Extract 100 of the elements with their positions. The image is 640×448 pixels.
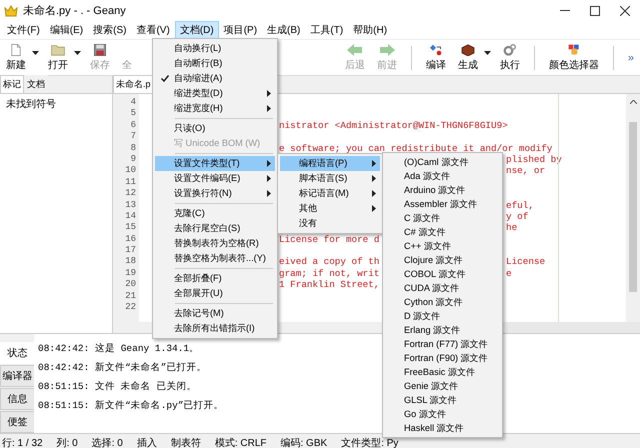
line-number: 15 <box>125 222 137 234</box>
menu-item[interactable]: Fortran (F77) 源文件 <box>385 337 500 351</box>
menu-item[interactable]: 设置文件编码(E) <box>155 171 275 186</box>
menu-item[interactable]: Genie 源文件 <box>385 379 500 393</box>
code-text: License for more d <box>279 234 380 246</box>
status-field: 文件类型: Py <box>341 436 398 448</box>
line-number: 4 <box>130 97 137 108</box>
menu-item[interactable]: C++ 源文件 <box>385 239 500 253</box>
menu-item[interactable]: COBOL 源文件 <box>385 267 500 281</box>
menu-item[interactable]: 文档(D) <box>174 21 219 39</box>
menu-item[interactable]: 去除行尾空白(S) <box>155 221 275 236</box>
menu-item[interactable]: Assembler 源文件 <box>385 197 500 211</box>
menu-item[interactable]: (O)Caml 源文件 <box>385 155 500 169</box>
menu-item[interactable]: Fortran (F90) 源文件 <box>385 351 500 365</box>
line-number: 10 <box>125 165 137 177</box>
menu-item[interactable]: C# 源文件 <box>385 225 500 239</box>
menu-item[interactable]: 标记语言(M) <box>280 186 380 201</box>
line-number: 18 <box>125 256 137 268</box>
submenu-arrow-icon <box>372 160 376 167</box>
right-arrow-icon <box>378 44 395 56</box>
code-text: e <box>506 268 512 280</box>
menu-item[interactable]: CUDA 源文件 <box>385 281 500 295</box>
toolbar-button[interactable]: 生成 <box>452 42 484 74</box>
line-number: 12 <box>125 188 137 200</box>
menu-item[interactable]: 设置文件类型(T) <box>155 156 275 171</box>
maximize-icon[interactable] <box>590 6 600 16</box>
menu-item[interactable]: 搜索(S) <box>88 21 132 39</box>
toolbar-button[interactable]: 新建 <box>0 42 32 74</box>
menu-item[interactable]: Erlang 源文件 <box>385 323 500 337</box>
menu-item[interactable]: GLSL 源文件 <box>385 393 500 407</box>
panel-tab[interactable]: 编译器 <box>0 365 34 387</box>
menu-item[interactable]: 脚本语言(S) <box>280 171 380 186</box>
menu-item[interactable]: 去除所有出错指示(I) <box>155 321 275 336</box>
code-text: License <box>506 256 546 268</box>
submenu-arrow-icon <box>267 175 271 182</box>
close-icon[interactable] <box>620 6 630 16</box>
menu-item[interactable]: Go 源文件 <box>385 407 500 421</box>
menu-item[interactable]: 编程语言(P) <box>280 156 380 171</box>
menu-item[interactable]: 自动断行(B) <box>155 56 275 71</box>
panel-tab[interactable]: 便签 <box>0 411 34 433</box>
menu-item[interactable]: 去除记号(M) <box>155 306 275 321</box>
menu-item[interactable]: Cython 源文件 <box>385 295 500 309</box>
submenu-arrow-icon <box>267 190 271 197</box>
panel-tab[interactable]: 状态 <box>0 342 34 364</box>
line-number: 16 <box>125 234 137 246</box>
menu-item[interactable]: 全部折叠(F) <box>155 271 275 286</box>
menu-item[interactable]: C 源文件 <box>385 211 500 225</box>
toolbar-button[interactable]: 打开 <box>42 42 74 74</box>
menu-item[interactable]: 查看(V) <box>131 21 175 39</box>
menu-item[interactable]: Ada 源文件 <box>385 169 500 183</box>
menu-item[interactable]: 文件(F) <box>2 21 45 39</box>
menu-item[interactable]: 编辑(E) <box>44 21 88 39</box>
menu-item[interactable]: 帮助(H) <box>348 21 392 39</box>
line-number: 14 <box>125 210 137 222</box>
menu-item[interactable]: FreeBasic 源文件 <box>385 365 500 379</box>
submenu-arrow-icon <box>372 175 376 182</box>
sidebar-tab[interactable]: 标记 <box>0 75 24 93</box>
menu-item[interactable]: 全部展开(U) <box>155 286 275 301</box>
menu-item[interactable]: Clojure 源文件 <box>385 253 500 267</box>
status-field: 制表符 <box>170 436 201 448</box>
log-message: 08:42:42: 这是 Geany 1.34.1。 <box>38 342 200 355</box>
toolbar-button[interactable]: 编译 <box>420 42 452 74</box>
left-arrow-icon <box>346 44 363 56</box>
menu-item[interactable]: 只读(O) <box>155 121 275 136</box>
toolbar-button[interactable]: 颜色选择器 <box>542 42 605 74</box>
horizontal-scrollbar[interactable] <box>506 322 640 333</box>
menu-item[interactable]: Haskell 源文件 <box>385 421 500 435</box>
menu-item[interactable]: Arduino 源文件 <box>385 183 500 197</box>
overflow-button[interactable]: » <box>622 52 640 64</box>
line-number: 6 <box>130 120 137 132</box>
caret-icon[interactable] <box>484 50 491 54</box>
menu-item[interactable]: 设置换行符(N) <box>155 186 275 201</box>
menu-item[interactable]: 没有 <box>280 216 380 231</box>
menu-item[interactable]: 缩进宽度(H) <box>155 101 275 116</box>
menu-item[interactable]: 替换制表符为空格(R) <box>155 236 275 251</box>
menu-item[interactable]: 缩进类型(D) <box>155 86 275 101</box>
menu-item[interactable]: 自动缩进(A) <box>155 71 275 86</box>
code-text: gram; if not, writ <box>279 268 380 280</box>
log-message: 08:42:42: 新文件“未命名”已打开。 <box>38 361 206 374</box>
caret-icon[interactable] <box>74 50 81 54</box>
menu-item[interactable]: 克隆(C) <box>155 206 275 221</box>
editor-tab[interactable]: 未命名.p <box>113 75 154 93</box>
folder-icon <box>49 44 67 56</box>
submenu-arrow-icon <box>267 160 271 167</box>
toolbar-button[interactable]: 执行 <box>494 42 526 74</box>
log-message: 08:51:15: 新文件“未命名.py”已打开。 <box>38 399 224 412</box>
scroll-up-icon[interactable] <box>630 100 636 104</box>
menu-item[interactable]: 其他 <box>280 201 380 216</box>
caret-icon[interactable] <box>32 50 39 54</box>
line-number: 11 <box>125 176 137 188</box>
submenu-arrow-icon <box>372 190 376 197</box>
panel-tab[interactable]: 信息 <box>0 388 34 410</box>
status-field: 插入 <box>136 436 157 448</box>
line-number: 8 <box>130 142 137 154</box>
menu-item[interactable]: 自动换行(L) <box>155 41 275 56</box>
menu-item[interactable]: 生成(B) <box>262 21 306 39</box>
menu-item[interactable]: 项目(P) <box>218 21 262 39</box>
menu-item[interactable]: 工具(T) <box>305 21 348 39</box>
menu-item[interactable]: 替换空格为制表符...(Y) <box>155 251 275 266</box>
menu-item[interactable]: D 源文件 <box>385 309 500 323</box>
